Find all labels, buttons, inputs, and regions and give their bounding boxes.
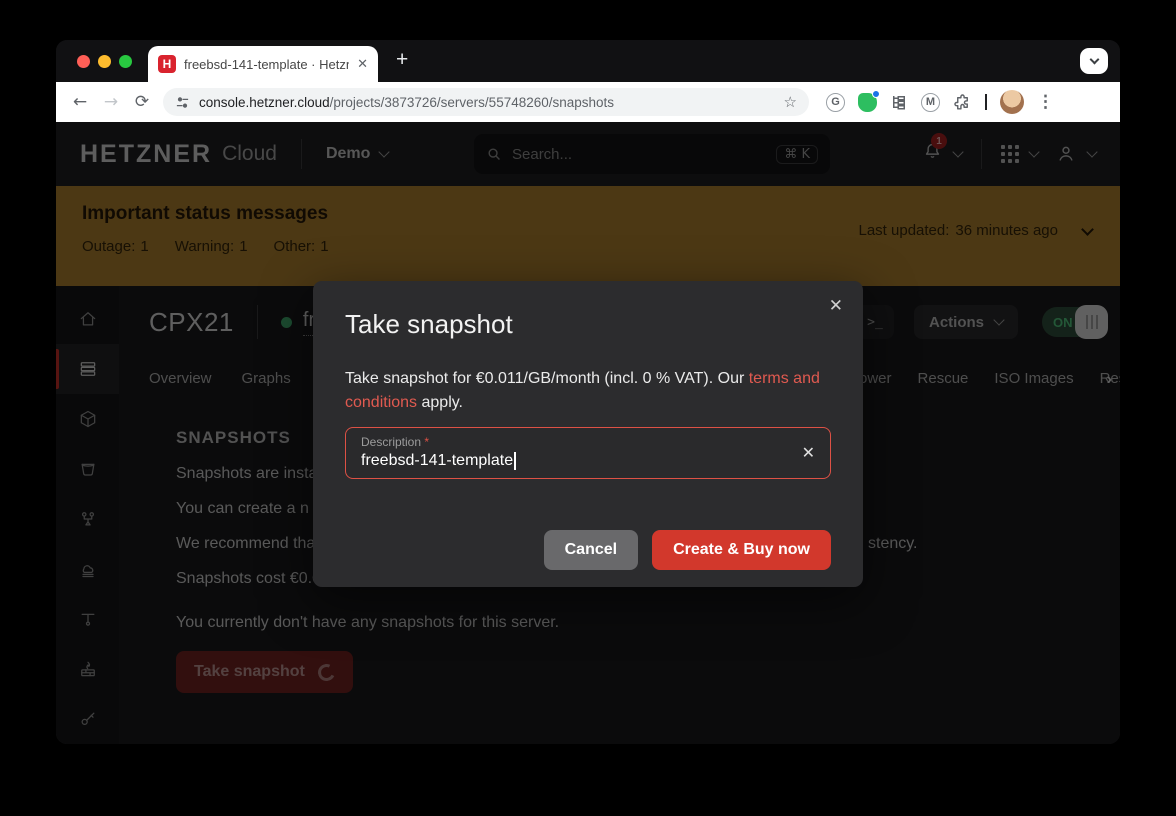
notification-dot: [872, 90, 880, 98]
url-path: /projects/3873726/servers/55748260/snaps…: [330, 95, 614, 110]
site-settings-icon[interactable]: [175, 95, 190, 110]
back-button[interactable]: ←: [70, 92, 90, 112]
tab-close-icon[interactable]: ✕: [357, 56, 368, 72]
hetzner-console: HETZNER Cloud Demo Search... ⌘ K: [56, 122, 1120, 744]
zoom-window-button[interactable]: [119, 55, 132, 68]
description-value: freebsd-141-template: [361, 452, 516, 470]
bookmark-star-icon[interactable]: ☆: [784, 93, 797, 111]
description-label: Description *: [361, 435, 429, 449]
tab-title: freebsd-141-template · Hetzn: [184, 57, 349, 72]
grammarly-extension-icon[interactable]: G: [826, 93, 845, 112]
new-tab-button[interactable]: +: [396, 48, 408, 72]
browser-toolbar: ← → ⟳ console.hetzner.cloud/projects/387…: [56, 82, 1120, 122]
reload-button[interactable]: ⟳: [132, 92, 152, 112]
browser-tab[interactable]: H freebsd-141-template · Hetzn ✕: [148, 46, 378, 82]
url-host: console.hetzner.cloud: [199, 95, 330, 110]
tab-strip: H freebsd-141-template · Hetzn ✕ +: [56, 40, 1120, 82]
tree-extension-icon[interactable]: [890, 93, 908, 111]
browser-menu-icon[interactable]: ⋮: [1037, 92, 1054, 112]
extension-icons: G M ⋮: [826, 90, 1054, 114]
cancel-button[interactable]: Cancel: [544, 530, 638, 570]
modal-footer: Cancel Create & Buy now: [313, 530, 863, 570]
toolbar-divider: [985, 94, 987, 110]
modal-title: Take snapshot: [345, 309, 513, 340]
modal-close-icon[interactable]: ✕: [829, 296, 843, 316]
description-field[interactable]: Description * freebsd-141-template ✕: [345, 427, 831, 479]
profile-avatar[interactable]: [1000, 90, 1024, 114]
hetzner-favicon: H: [158, 55, 176, 73]
close-window-button[interactable]: [77, 55, 90, 68]
desktop: H freebsd-141-template · Hetzn ✕ + ← → ⟳: [0, 0, 1176, 816]
minimize-window-button[interactable]: [98, 55, 111, 68]
chevron-down-icon: [1089, 55, 1099, 65]
mail-extension-icon[interactable]: M: [921, 93, 940, 112]
create-buy-button[interactable]: Create & Buy now: [652, 530, 831, 570]
extensions-puzzle-icon[interactable]: [953, 93, 972, 112]
modal-body-text: Take snapshot for €0.011/GB/month (incl.…: [345, 367, 831, 415]
take-snapshot-modal: ✕ Take snapshot Take snapshot for €0.011…: [313, 281, 863, 587]
address-bar[interactable]: console.hetzner.cloud/projects/3873726/s…: [163, 88, 809, 116]
text-cursor: [514, 452, 516, 470]
tab-search-button[interactable]: [1080, 48, 1108, 74]
traffic-lights: [77, 55, 132, 68]
evernote-extension-icon[interactable]: [858, 93, 877, 112]
url-text: console.hetzner.cloud/projects/3873726/s…: [199, 95, 614, 110]
required-asterisk: *: [424, 435, 429, 449]
browser-window: H freebsd-141-template · Hetzn ✕ + ← → ⟳: [56, 40, 1120, 744]
forward-button[interactable]: →: [101, 92, 121, 112]
clear-field-icon[interactable]: ✕: [802, 443, 815, 462]
